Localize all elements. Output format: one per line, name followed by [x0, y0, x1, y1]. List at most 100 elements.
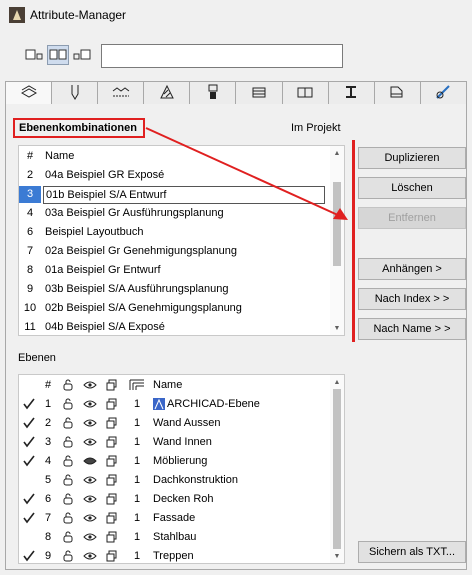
eye-icon[interactable]: [79, 513, 101, 523]
view-mode-right-icon[interactable]: [71, 45, 93, 65]
duplicate-button[interactable]: Duplizieren: [358, 147, 466, 169]
layer-row[interactable]: 8 1 Stahlbau: [19, 527, 330, 546]
sort-by-name-button[interactable]: Nach Name > >: [358, 318, 466, 340]
lock-icon[interactable]: [57, 455, 79, 467]
tab-zones[interactable]: [373, 81, 420, 105]
eye-hidden-icon[interactable]: [79, 456, 101, 466]
eye-icon[interactable]: [79, 437, 101, 447]
eye-icon[interactable]: [79, 418, 101, 428]
wireframe-icon[interactable]: [101, 512, 123, 524]
layer-row[interactable]: 3 1 Wand Innen: [19, 432, 330, 451]
wireframe-icon[interactable]: [101, 474, 123, 486]
combination-row[interactable]: 9 03b Beispiel S/A Ausführungsplanung: [19, 280, 330, 299]
tab-surfaces[interactable]: [189, 81, 236, 105]
view-mode-both-icon[interactable]: [47, 45, 69, 65]
layer-row[interactable]: 6 1 Decken Roh: [19, 489, 330, 508]
tab-composites[interactable]: [235, 81, 282, 105]
lock-icon[interactable]: [57, 550, 79, 562]
tab-profiles[interactable]: [327, 81, 374, 105]
checkmark-icon[interactable]: [19, 550, 39, 562]
layer-row[interactable]: 7 1 Fassade: [19, 508, 330, 527]
wireframe-icon[interactable]: [101, 455, 123, 467]
intersection-group: 1: [133, 416, 141, 429]
checkmark-icon[interactable]: [19, 398, 39, 410]
layers-scrollbar[interactable]: ▲ ▼: [330, 375, 344, 563]
annotation-arrow: [145, 127, 348, 220]
lock-icon[interactable]: [57, 531, 79, 543]
view-mode-left-icon[interactable]: [23, 45, 45, 65]
layer-row[interactable]: 1 1 ARCHICAD-Ebene: [19, 394, 330, 413]
layers-heading: Ebenen: [18, 352, 56, 364]
archicad-layer-icon: [153, 397, 165, 410]
layer-number: 5: [44, 473, 52, 486]
sort-by-index-button[interactable]: Nach Index > >: [358, 288, 466, 310]
checkmark-icon[interactable]: [19, 512, 39, 524]
lock-icon[interactable]: [57, 398, 79, 410]
layer-number: 1: [44, 397, 52, 410]
wireframe-header-icon[interactable]: [101, 379, 123, 391]
app-icon: [9, 7, 25, 23]
lock-icon[interactable]: [57, 512, 79, 524]
wireframe-icon[interactable]: [101, 436, 123, 448]
lock-icon[interactable]: [57, 436, 79, 448]
wireframe-icon[interactable]: [101, 398, 123, 410]
layer-row[interactable]: 4 1 Möblierung: [19, 451, 330, 470]
combination-row[interactable]: 7 02a Beispiel Gr Genehmigungsplanung: [19, 242, 330, 261]
eye-icon[interactable]: [79, 399, 101, 409]
tab-pens[interactable]: [51, 81, 98, 105]
combination-number: 11: [24, 321, 36, 333]
wireframe-icon[interactable]: [101, 550, 123, 562]
wireframe-icon[interactable]: [101, 493, 123, 505]
profile-icon: [344, 85, 358, 102]
scroll-thumb[interactable]: [333, 389, 341, 549]
scroll-down-icon[interactable]: ▼: [330, 549, 344, 563]
checkmark-icon[interactable]: [19, 493, 39, 505]
search-input[interactable]: [101, 44, 343, 68]
lock-icon[interactable]: [57, 474, 79, 486]
combination-number: 6: [26, 226, 34, 238]
combination-row[interactable]: 10 02b Beispiel S/A Genehmigungsplanung: [19, 299, 330, 318]
intersection-header-icon[interactable]: [123, 379, 151, 391]
window-title: Attribute-Manager: [30, 8, 127, 22]
checkmark-icon[interactable]: [19, 436, 39, 448]
column-header-number[interactable]: #: [19, 150, 41, 162]
eye-icon[interactable]: [79, 551, 101, 561]
scroll-down-icon[interactable]: ▼: [330, 321, 344, 335]
scroll-up-icon[interactable]: ▲: [330, 375, 344, 389]
column-header-number[interactable]: #: [39, 379, 57, 391]
layer-row[interactable]: 5 1 Dachkonstruktion: [19, 470, 330, 489]
tab-surface-materials[interactable]: [419, 81, 467, 105]
combination-row[interactable]: 11 04b Beispiel S/A Exposé: [19, 318, 330, 337]
combination-name: 02a Beispiel Gr Genehmigungsplanung: [45, 244, 238, 257]
checkmark-icon[interactable]: [19, 417, 39, 429]
intersection-group: 1: [133, 454, 141, 467]
combination-name: 02b Beispiel S/A Genehmigungsplanung: [45, 301, 242, 314]
tab-layers[interactable]: [5, 81, 52, 105]
tab-materials[interactable]: [281, 81, 328, 105]
line-type-icon: [112, 86, 130, 101]
remove-button[interactable]: Entfernen: [358, 207, 466, 229]
wireframe-icon[interactable]: [101, 417, 123, 429]
tab-line-types[interactable]: [97, 81, 144, 105]
layer-row[interactable]: 9 1 Treppen: [19, 546, 330, 565]
lock-header-icon[interactable]: [57, 379, 79, 391]
save-as-txt-button[interactable]: Sichern als TXT...: [358, 541, 466, 563]
tab-fills[interactable]: [143, 81, 190, 105]
layers-list[interactable]: # Name 1 1 ARCHICAD-Ebene 2 1 Wand Aussen 3 1 Wa…: [18, 374, 345, 564]
delete-button[interactable]: Löschen: [358, 177, 466, 199]
eye-icon[interactable]: [79, 494, 101, 504]
checkmark-icon[interactable]: [19, 455, 39, 467]
lock-icon[interactable]: [57, 417, 79, 429]
lock-icon[interactable]: [57, 493, 79, 505]
layer-name: Fassade: [153, 511, 196, 524]
layer-number: 8: [44, 530, 52, 543]
column-header-name[interactable]: Name: [151, 379, 330, 391]
eye-icon[interactable]: [79, 475, 101, 485]
layer-name: Möblierung: [153, 454, 208, 467]
layer-row[interactable]: 2 1 Wand Aussen: [19, 413, 330, 432]
eye-icon[interactable]: [79, 532, 101, 542]
wireframe-icon[interactable]: [101, 531, 123, 543]
combination-row[interactable]: 8 01a Beispiel Gr Entwurf: [19, 261, 330, 280]
append-button[interactable]: Anhängen >: [358, 258, 466, 280]
visibility-header-icon[interactable]: [79, 380, 101, 390]
